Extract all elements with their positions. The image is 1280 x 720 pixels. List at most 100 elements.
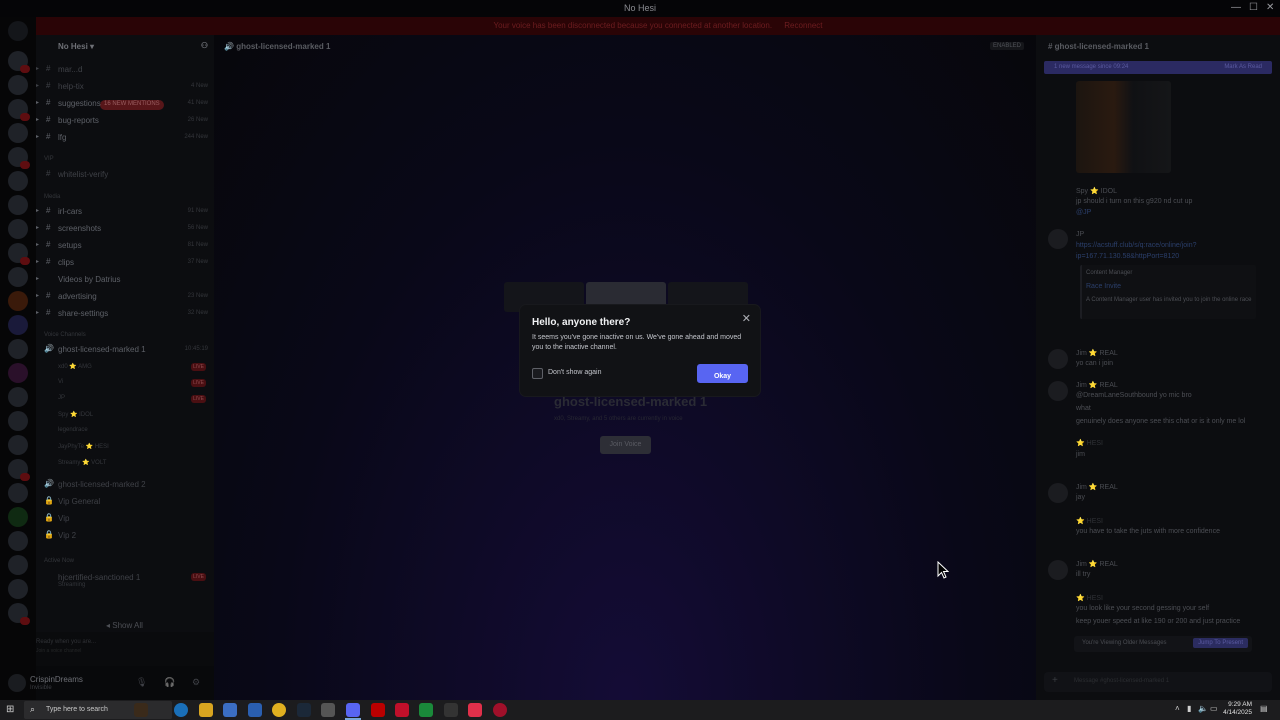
voice-channel-item[interactable]: 🔊 ghost-licensed-marked 2 [36, 478, 214, 492]
edge-icon[interactable] [174, 703, 188, 717]
avatar[interactable] [1048, 560, 1068, 580]
server-icon[interactable] [8, 267, 28, 287]
channel-item[interactable]: ▸ # suggestions 41 New [36, 97, 214, 111]
system-clock[interactable]: 9:29 AM 4/14/2025 [1222, 701, 1252, 717]
app-icon[interactable] [493, 703, 507, 717]
voice-user[interactable]: Spy ⭐ IDOL [58, 411, 93, 418]
minimize-icon[interactable]: — [1231, 2, 1241, 13]
server-icon[interactable] [8, 291, 28, 311]
notification-icon[interactable]: ▤ [1260, 704, 1268, 713]
battery-icon[interactable]: ▭ [1210, 704, 1218, 713]
server-icon[interactable] [8, 123, 28, 143]
server-icon[interactable] [8, 171, 28, 191]
app-icon[interactable] [395, 703, 409, 717]
server-icon[interactable] [8, 435, 28, 455]
add-friend-icon[interactable]: ⚇ [201, 41, 208, 50]
dont-show-label[interactable]: Don't show again [548, 369, 601, 376]
headset-icon[interactable]: 🎧 [164, 677, 175, 688]
jump-to-present-button[interactable]: Jump To Present [1193, 638, 1248, 648]
join-voice-button[interactable]: Join Voice [600, 436, 651, 454]
server-icon[interactable] [8, 411, 28, 431]
maximize-icon[interactable]: ☐ [1249, 2, 1258, 13]
channel-item[interactable]: ▸ # irl-cars 91 New [36, 205, 214, 219]
mark-as-read-button[interactable]: Mark As Read [1224, 64, 1262, 70]
new-messages-bar[interactable]: 1 new message since 09:24 Mark As Read [1044, 61, 1272, 74]
gear-icon[interactable]: ⚙ [192, 677, 200, 688]
channel-item[interactable]: ▸ # clips 37 New [36, 256, 214, 270]
taskbar-search[interactable]: ⌕ Type here to search [24, 701, 172, 719]
voice-channel-item[interactable]: 🔒 Vip [36, 512, 214, 526]
message-input[interactable]: + Message #ghost-licensed-marked 1 [1044, 672, 1272, 692]
category-media[interactable]: Media [44, 194, 60, 200]
message-image[interactable] [1076, 81, 1171, 173]
channel-name: clips [58, 258, 75, 267]
avatar[interactable] [1048, 483, 1068, 503]
voice-user[interactable]: legendrace [58, 427, 88, 433]
server-icon[interactable] [8, 555, 28, 575]
close-window-icon[interactable]: ✕ [1266, 2, 1274, 13]
avatar[interactable] [1048, 381, 1068, 401]
server-icon[interactable] [8, 339, 28, 359]
channel-item[interactable]: ▸ # share-settings 32 New [36, 307, 214, 321]
avatar[interactable] [1048, 349, 1068, 369]
dont-show-checkbox[interactable] [532, 368, 543, 379]
server-icon[interactable] [8, 195, 28, 215]
voice-user[interactable]: JP [58, 395, 65, 401]
server-icon[interactable] [8, 531, 28, 551]
discord-icon[interactable] [346, 703, 360, 717]
app-icon[interactable] [321, 703, 335, 717]
avatar[interactable] [8, 674, 26, 692]
server-icon[interactable] [8, 387, 28, 407]
voice-channel-item[interactable]: 🔒 Vip 2 [36, 529, 214, 543]
network-icon[interactable]: ▮ [1187, 704, 1191, 713]
okay-button[interactable]: Okay [697, 364, 748, 383]
server-icon[interactable] [8, 579, 28, 599]
voice-channel-item[interactable]: 🔒 Vip General [36, 495, 214, 509]
store-icon[interactable] [223, 703, 237, 717]
music-icon[interactable] [468, 703, 482, 717]
mic-icon[interactable]: 🎙 [136, 677, 147, 688]
steam-icon[interactable] [297, 703, 311, 717]
file-explorer-icon[interactable] [199, 703, 213, 717]
username[interactable]: CrispinDreams [30, 675, 83, 684]
server-icon[interactable] [8, 483, 28, 503]
channel-item[interactable]: ▸ # mar...d [36, 63, 214, 77]
category-vip[interactable]: VIP [44, 156, 54, 162]
voice-channel-item[interactable]: 🔊 ghost-licensed-marked 1 10:45:19 [36, 343, 214, 357]
speaker-icon[interactable]: 🔈 [1198, 704, 1208, 713]
channel-item[interactable]: ▸ # bug-reports 26 New [36, 114, 214, 128]
voice-user[interactable]: JayPhyTe ⭐ HESI [58, 443, 109, 450]
mail-icon[interactable] [248, 703, 262, 717]
voice-user[interactable]: Vi [58, 379, 63, 385]
chrome-icon[interactable] [272, 703, 286, 717]
channel-item[interactable]: ▸ # lfg 244 New [36, 131, 214, 145]
server-header[interactable]: No Hesi ▾ ⚇ [36, 35, 214, 57]
server-icon[interactable] [8, 315, 28, 335]
windows-start-icon[interactable]: ⊞ [6, 704, 14, 715]
channel-item[interactable]: ▸ # setups 81 New [36, 239, 214, 253]
channel-item[interactable]: ▸ Videos by Datrius [36, 273, 214, 287]
show-all-button[interactable]: ◂ Show All [106, 621, 143, 630]
voice-user[interactable]: xd0 ⭐ AMG [58, 363, 92, 370]
app-icon[interactable] [419, 703, 433, 717]
server-icon[interactable] [8, 363, 28, 383]
avatar[interactable] [1048, 229, 1068, 249]
server-icon[interactable] [8, 75, 28, 95]
chat-header: # ghost-licensed-marked 1 [1048, 42, 1149, 51]
home-icon[interactable] [8, 21, 28, 41]
app-icon[interactable] [444, 703, 458, 717]
close-icon[interactable]: ✕ [742, 312, 751, 325]
server-icon[interactable] [8, 219, 28, 239]
voice-user[interactable]: Streamy ⭐ VOLT [58, 459, 106, 466]
widget-icon[interactable] [134, 703, 148, 717]
reconnect-link[interactable]: Reconnect [784, 21, 822, 30]
server-icon[interactable] [8, 507, 28, 527]
chevron-up-icon[interactable]: ˄ [1175, 704, 1180, 713]
channel-item[interactable]: ▸ # help-tix 4 New [36, 80, 214, 94]
category-voice[interactable]: Voice Channels [44, 332, 86, 338]
channel-item[interactable]: ▸ # screenshots 56 New [36, 222, 214, 236]
channel-item[interactable]: ▸ # advertising 23 New [36, 290, 214, 304]
plus-icon[interactable]: + [1052, 675, 1058, 686]
channel-item[interactable]: # whitelist-verify [36, 168, 214, 182]
app-icon[interactable] [371, 703, 385, 717]
